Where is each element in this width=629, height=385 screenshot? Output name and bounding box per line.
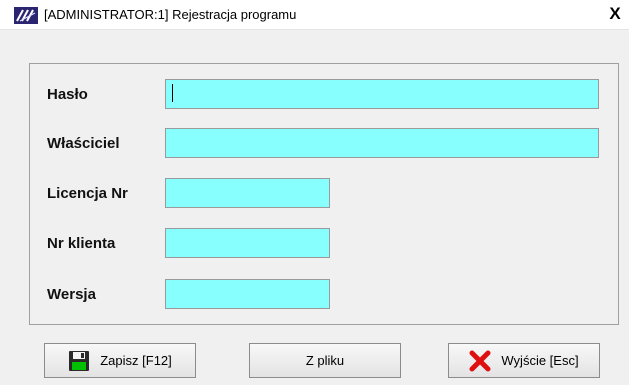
version-label: Wersja xyxy=(47,286,96,303)
save-button[interactable]: Zapisz [F12] xyxy=(44,343,196,378)
exit-button[interactable]: Wyjście [Esc] xyxy=(448,343,600,378)
from-file-button[interactable]: Z pliku xyxy=(249,343,401,378)
app-logo-icon xyxy=(14,7,38,24)
client-number-label: Nr klienta xyxy=(47,235,116,252)
password-label: Hasło xyxy=(47,86,88,103)
from-file-button-label: Z pliku xyxy=(305,353,345,368)
client-number-input[interactable] xyxy=(165,228,330,258)
save-button-label: Zapisz [F12] xyxy=(100,353,172,368)
license-number-label: Licencja Nr xyxy=(47,185,128,202)
version-input[interactable] xyxy=(165,279,330,309)
password-input[interactable] xyxy=(165,79,599,109)
red-x-icon xyxy=(469,350,491,372)
owner-label: Właściciel xyxy=(47,135,120,152)
exit-button-label: Wyjście [Esc] xyxy=(501,353,579,368)
close-icon[interactable]: X xyxy=(606,4,624,24)
owner-input[interactable] xyxy=(165,128,599,158)
floppy-disk-icon xyxy=(68,350,90,372)
registration-window: [ADMINISTRATOR:1] Rejestracja programu X… xyxy=(0,0,629,385)
license-number-input[interactable] xyxy=(165,178,330,208)
title-bar[interactable]: [ADMINISTRATOR:1] Rejestracja programu X xyxy=(0,0,629,30)
window-title: [ADMINISTRATOR:1] Rejestracja programu xyxy=(44,7,297,22)
text-caret xyxy=(172,84,173,102)
